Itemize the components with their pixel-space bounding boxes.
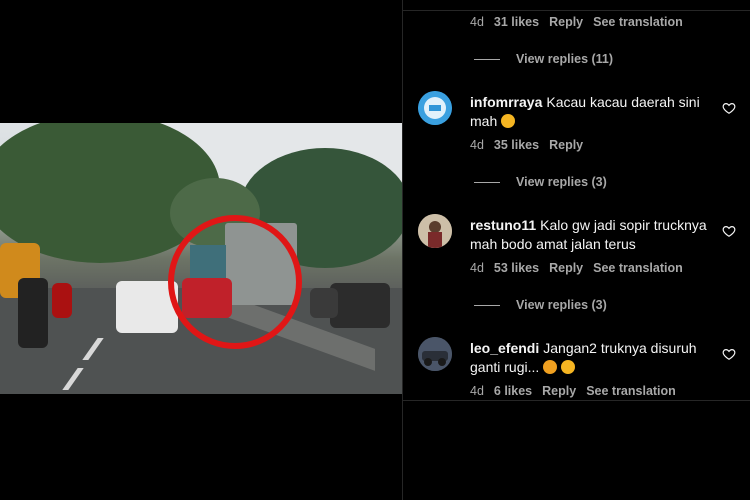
view-replies-label: View replies (3) (516, 175, 607, 189)
view-replies-label: View replies (11) (516, 52, 614, 66)
comment-time: 4d (470, 384, 484, 398)
divider-line (402, 400, 750, 401)
comment-likes[interactable]: 53 likes (494, 261, 539, 275)
replies-dash (474, 181, 500, 183)
comment-time: 4d (470, 138, 484, 152)
see-translation-button[interactable]: See translation (586, 384, 676, 398)
video-car-dark (330, 283, 390, 328)
divider-line (402, 10, 750, 11)
view-replies-button[interactable]: View replies (11) (474, 52, 613, 66)
see-translation-button[interactable]: See translation (593, 261, 683, 275)
view-replies-button[interactable]: View replies (3) (474, 298, 607, 312)
avatar[interactable] (418, 91, 452, 125)
reply-button[interactable]: Reply (549, 138, 583, 152)
reply-button[interactable]: Reply (549, 15, 583, 29)
post-media-pane (0, 0, 402, 500)
comment-body: leo_efendi Jangan2 truknya disuruh ganti … (470, 339, 720, 377)
comment-time: 4d (470, 15, 484, 29)
avatar-logo-icon (418, 91, 452, 125)
comment-meta: 4d 35 likes Reply (470, 138, 583, 152)
view-replies-button[interactable]: View replies (3) (474, 175, 607, 189)
video-motorbike (18, 278, 48, 348)
reply-button[interactable]: Reply (542, 384, 576, 398)
comment-time: 4d (470, 261, 484, 275)
reply-button[interactable]: Reply (549, 261, 583, 275)
comment-body: restuno11 Kalo gw jadi sopir trucknya mah… (470, 216, 720, 254)
highlight-circle (168, 215, 302, 349)
comment-likes[interactable]: 31 likes (494, 15, 539, 29)
thinking-emoji-icon (543, 360, 558, 374)
see-translation-button[interactable]: See translation (593, 15, 683, 29)
post-video[interactable] (0, 123, 402, 394)
replies-dash (474, 58, 500, 60)
video-car-dark (310, 288, 338, 318)
replies-dash (474, 304, 500, 306)
comment-body: infomrraya Kacau kacau daerah sini mah (470, 93, 720, 131)
comment-likes[interactable]: 6 likes (494, 384, 532, 398)
avatar[interactable] (418, 214, 452, 248)
comment-meta-top: 4d 31 likes Reply See translation (470, 15, 683, 29)
view-replies-label: View replies (3) (516, 298, 607, 312)
comment-meta: 4d 6 likes Reply See translation (470, 384, 676, 398)
avatar[interactable] (418, 337, 452, 371)
avatar-photo-icon (418, 214, 452, 248)
comment-meta: 4d 53 likes Reply See translation (470, 261, 683, 275)
comment-likes[interactable]: 35 likes (494, 138, 539, 152)
comment-username[interactable]: leo_efendi (470, 340, 539, 356)
like-heart-icon[interactable] (722, 224, 736, 238)
laughing-emoji-icon (501, 114, 516, 128)
comment-username[interactable]: restuno11 (470, 217, 536, 233)
avatar-photo-icon (418, 337, 452, 371)
like-heart-icon[interactable] (722, 101, 736, 115)
thinking-emoji-icon (561, 360, 576, 374)
video-motorbike (52, 283, 72, 318)
like-heart-icon[interactable] (722, 347, 736, 361)
comment-username[interactable]: infomrraya (470, 94, 542, 110)
